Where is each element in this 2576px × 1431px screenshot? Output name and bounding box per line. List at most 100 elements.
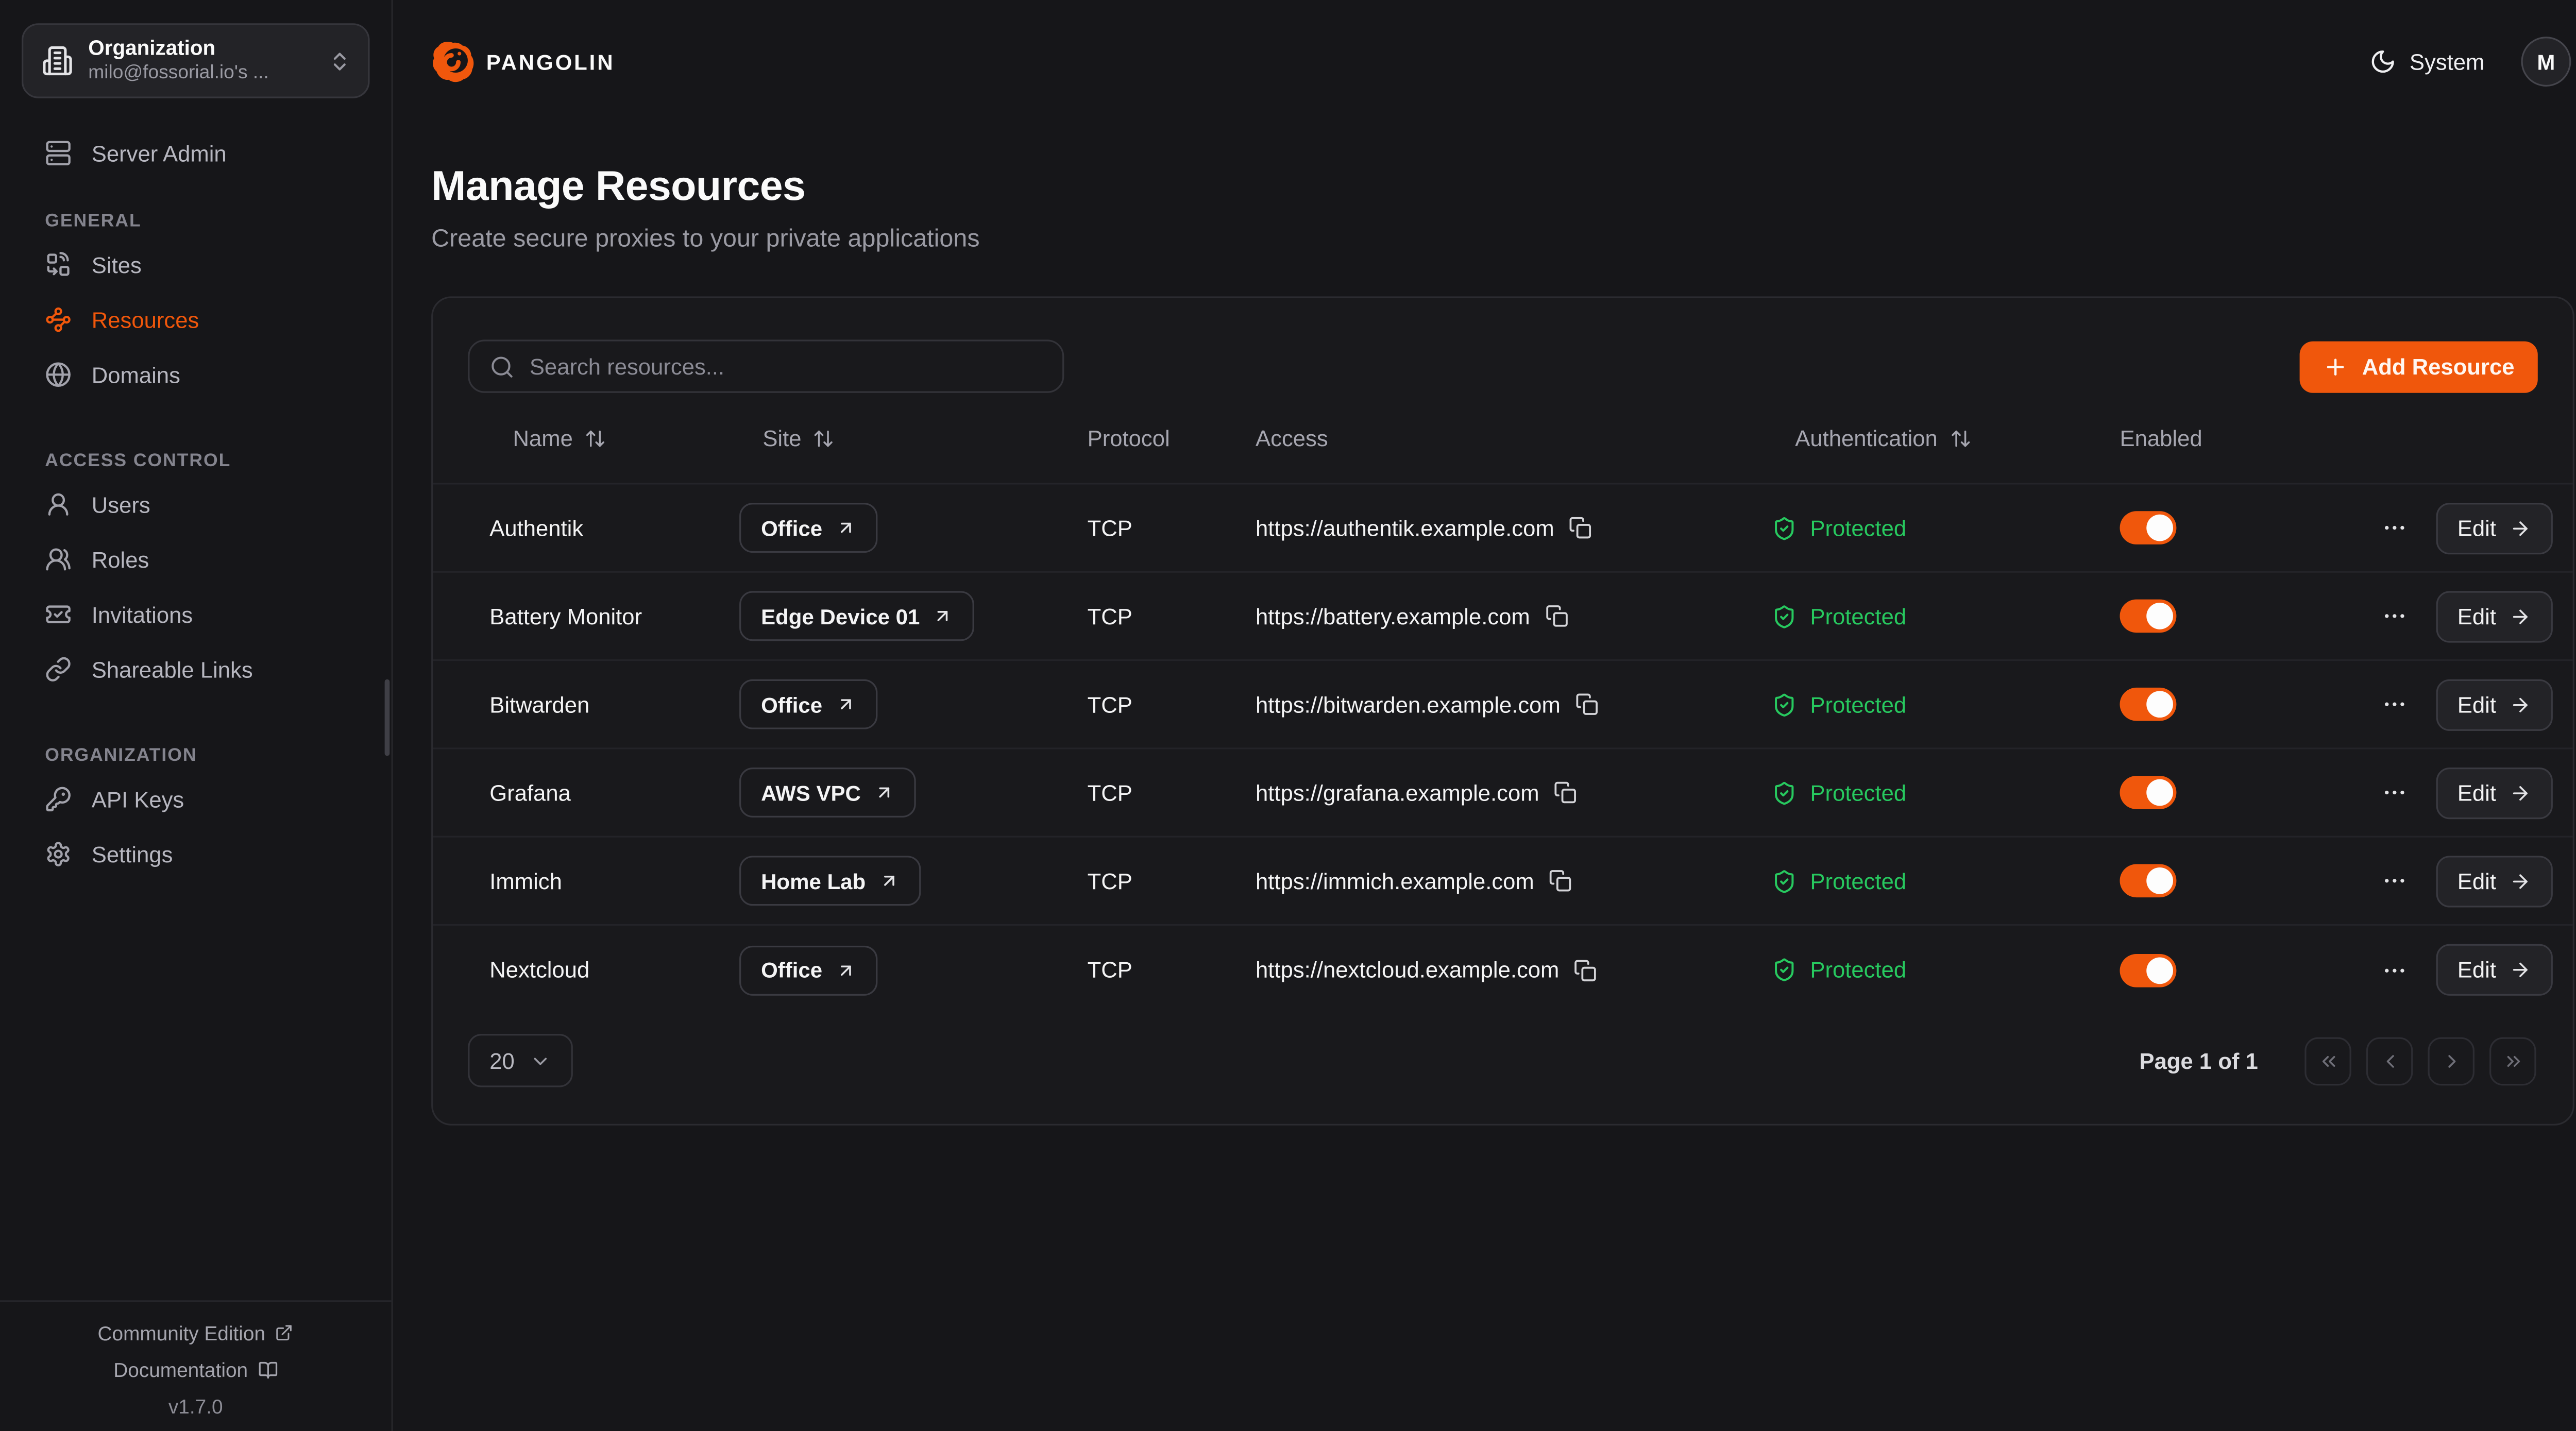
- resource-url: https://grafana.example.com: [1256, 780, 1539, 805]
- pangolin-logo-icon: [431, 40, 474, 83]
- main-content: PANGOLIN System M Manage Resources Creat…: [395, 0, 2576, 1431]
- copy-url-button[interactable]: [1569, 516, 1592, 539]
- table-row: Battery Monitor Edge Device 01 TCP https…: [433, 573, 2572, 661]
- arrow-right-icon: [2510, 781, 2531, 803]
- org-selector[interactable]: Organization milo@fossorial.io's ...: [22, 23, 370, 98]
- chevron-down-icon: [530, 1050, 551, 1071]
- arrow-up-right-icon: [933, 606, 953, 626]
- copy-url-button[interactable]: [1545, 604, 1568, 627]
- theme-toggle[interactable]: System: [2369, 48, 2484, 75]
- link-icon: [45, 656, 72, 683]
- column-header-access: Access: [1256, 425, 1772, 450]
- sidebar-item-invitations[interactable]: Invitations: [22, 596, 370, 633]
- prev-page-button[interactable]: [2366, 1036, 2413, 1085]
- avatar[interactable]: M: [2521, 37, 2571, 87]
- column-header-authentication[interactable]: Authentication: [1772, 425, 2120, 450]
- page-size-select[interactable]: 20: [468, 1034, 573, 1087]
- site-name: Home Lab: [761, 868, 866, 893]
- copy-icon: [1575, 693, 1599, 716]
- sidebar-item-domains[interactable]: Domains: [22, 356, 370, 393]
- row-menu-button[interactable]: [2378, 864, 2411, 897]
- column-header-name[interactable]: Name: [489, 425, 739, 450]
- arrow-right-icon: [2510, 605, 2531, 627]
- sidebar-item-shareable-links[interactable]: Shareable Links: [22, 651, 370, 688]
- row-menu-button[interactable]: [2378, 776, 2411, 809]
- pagination-bar: 20 Page 1 of 1: [433, 1014, 2572, 1087]
- sidebar-item-resources[interactable]: Resources: [22, 301, 370, 338]
- edit-button[interactable]: Edit: [2436, 766, 2553, 818]
- copy-url-button[interactable]: [1575, 693, 1599, 716]
- table-header: Name Site Protocol Access Authentication…: [433, 393, 2572, 485]
- site-link-button[interactable]: Edge Device 01: [739, 591, 975, 641]
- row-menu-button[interactable]: [2378, 600, 2411, 633]
- edit-button[interactable]: Edit: [2436, 855, 2553, 907]
- row-menu-button[interactable]: [2378, 953, 2411, 986]
- table-row: Nextcloud Office TCP https://nextcloud.e…: [433, 926, 2572, 1014]
- sidebar-item-settings[interactable]: Settings: [22, 836, 370, 873]
- table-row: Grafana AWS VPC TCP https://grafana.exam…: [433, 749, 2572, 837]
- org-label: Organization: [88, 37, 313, 61]
- resource-name: Battery Monitor: [489, 604, 739, 628]
- site-link-button[interactable]: Office: [739, 945, 877, 995]
- enabled-toggle[interactable]: [2120, 953, 2177, 986]
- site-link-button[interactable]: Office: [739, 679, 877, 729]
- site-link-button[interactable]: AWS VPC: [739, 768, 916, 817]
- next-page-button[interactable]: [2428, 1036, 2474, 1085]
- row-menu-button[interactable]: [2378, 511, 2411, 544]
- edit-button[interactable]: Edit: [2436, 590, 2553, 642]
- copy-url-button[interactable]: [1549, 869, 1572, 892]
- documentation-link[interactable]: Documentation: [113, 1358, 278, 1381]
- section-label-access-control: ACCESS CONTROL: [45, 451, 369, 473]
- arrow-right-icon: [2510, 870, 2531, 892]
- edit-button[interactable]: Edit: [2436, 502, 2553, 553]
- ellipsis-icon: [2381, 867, 2408, 894]
- last-page-button[interactable]: [2489, 1036, 2536, 1085]
- sidebar-footer: Community Edition Documentation v1.7.0: [0, 1300, 392, 1431]
- globe-icon: [45, 361, 72, 388]
- edit-button[interactable]: Edit: [2436, 944, 2553, 996]
- search-box: [468, 339, 1064, 393]
- table-toolbar: Add Resource: [433, 298, 2572, 393]
- sidebar-item-api-keys[interactable]: API Keys: [22, 781, 370, 817]
- community-edition-link[interactable]: Community Edition: [98, 1321, 294, 1344]
- add-resource-button[interactable]: Add Resource: [2300, 340, 2538, 392]
- ticket-check-icon: [45, 601, 72, 628]
- resource-url: https://nextcloud.example.com: [1256, 957, 1559, 982]
- column-header-site[interactable]: Site: [739, 425, 1088, 450]
- site-link-button[interactable]: Office: [739, 503, 877, 553]
- chevrons-left-icon: [2317, 1050, 2339, 1071]
- sidebar-item-users[interactable]: Users: [22, 486, 370, 523]
- resource-url: https://immich.example.com: [1256, 868, 1534, 893]
- page-info: Page 1 of 1: [2139, 1048, 2258, 1073]
- copy-url-button[interactable]: [1554, 781, 1578, 804]
- sidebar-item-server-admin[interactable]: Server Admin: [22, 135, 370, 172]
- site-link-button[interactable]: Home Lab: [739, 856, 921, 906]
- sidebar-scrollbar-thumb[interactable]: [385, 679, 390, 756]
- user-icon: [45, 491, 72, 518]
- brand-logo[interactable]: PANGOLIN: [431, 40, 615, 83]
- copy-url-button[interactable]: [1574, 958, 1597, 981]
- auth-status: Protected: [1810, 604, 1906, 628]
- edit-button[interactable]: Edit: [2436, 678, 2553, 730]
- copy-icon: [1549, 869, 1572, 892]
- chevrons-right-icon: [2502, 1050, 2523, 1071]
- enabled-toggle[interactable]: [2120, 600, 2177, 633]
- resource-protocol: TCP: [1088, 868, 1256, 893]
- auth-status: Protected: [1810, 868, 1906, 893]
- resource-name: Nextcloud: [489, 957, 739, 982]
- ellipsis-icon: [2381, 603, 2408, 629]
- sidebar-item-sites[interactable]: Sites: [22, 246, 370, 283]
- first-page-button[interactable]: [2304, 1036, 2351, 1085]
- enabled-toggle[interactable]: [2120, 864, 2177, 897]
- enabled-toggle[interactable]: [2120, 688, 2177, 721]
- enabled-toggle[interactable]: [2120, 776, 2177, 809]
- enabled-toggle[interactable]: [2120, 511, 2177, 544]
- ellipsis-icon: [2381, 957, 2408, 983]
- resource-name: Immich: [489, 868, 739, 893]
- ellipsis-icon: [2381, 691, 2408, 718]
- arrow-right-icon: [2510, 959, 2531, 981]
- row-menu-button[interactable]: [2378, 688, 2411, 721]
- resource-protocol: TCP: [1088, 957, 1256, 982]
- search-input[interactable]: [530, 354, 1042, 379]
- sidebar-item-roles[interactable]: Roles: [22, 541, 370, 577]
